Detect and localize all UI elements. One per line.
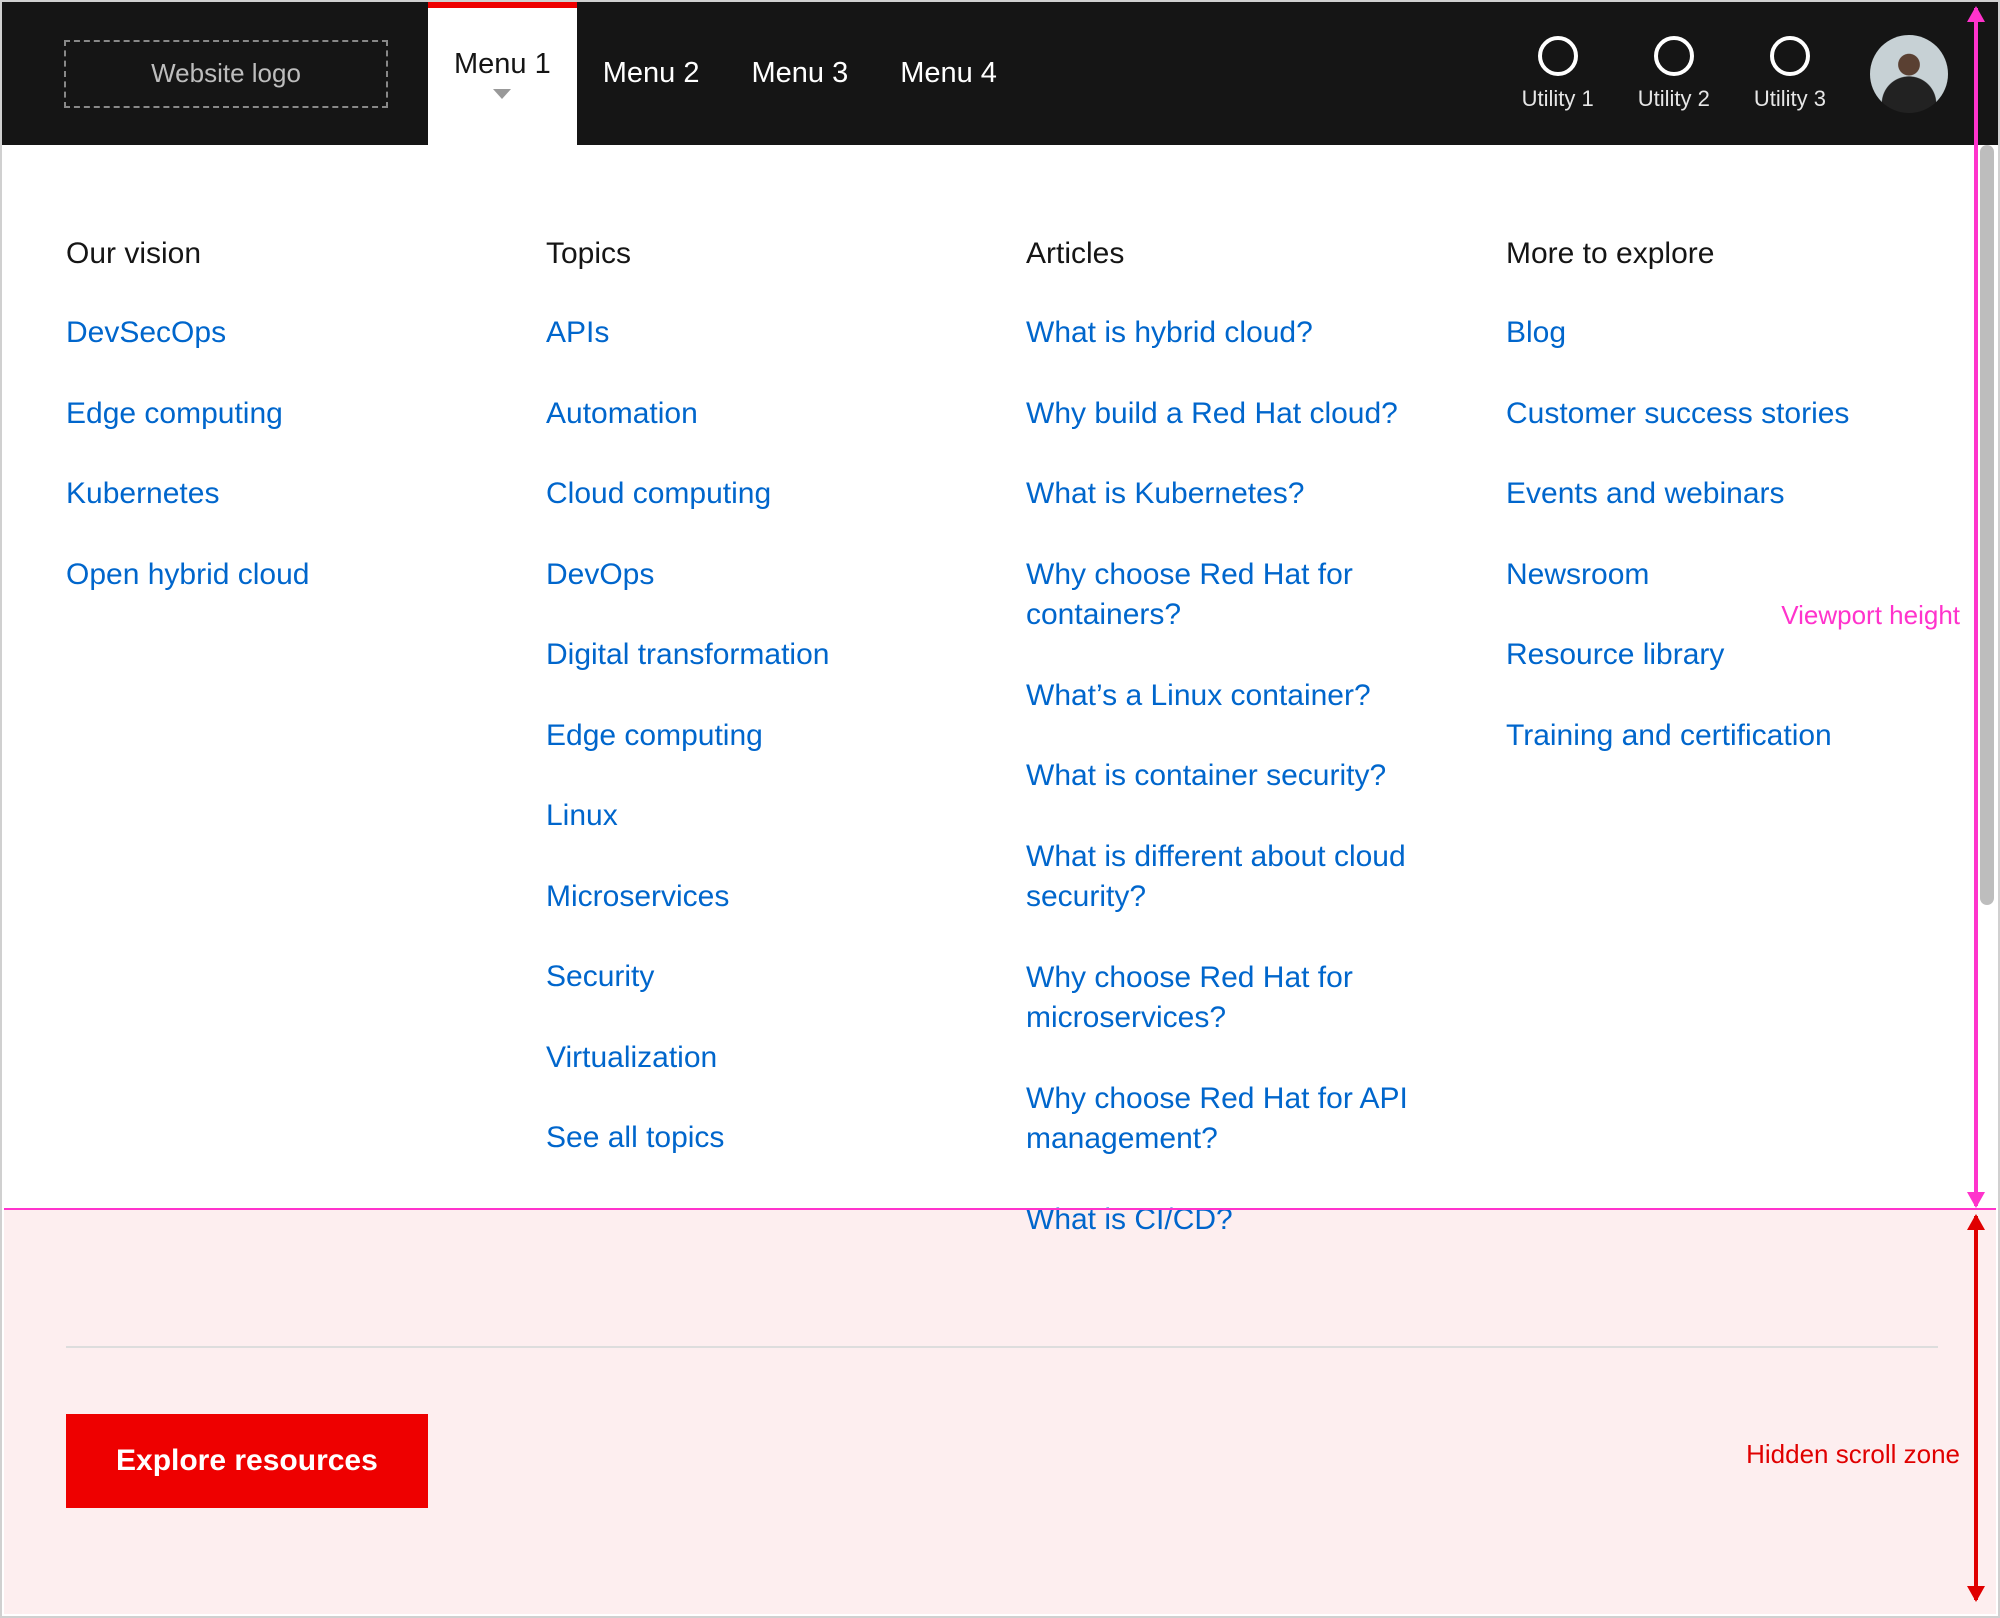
link-build-rh-cloud[interactable]: Why build a Red Hat cloud? [1026,394,1446,435]
link-ci-cd[interactable]: What is CI/CD? [1026,1200,1446,1241]
link-rh-microservices[interactable]: Why choose Red Hat for microservices? [1026,958,1446,1039]
column-heading-articles: Articles [1026,237,1506,271]
menu-item-2-label: Menu 2 [603,57,700,90]
link-resource-library[interactable]: Resource library [1506,635,1926,676]
viewport-height-arrow-icon [1974,8,1978,1206]
viewport-height-label: Viewport height [1781,600,1960,631]
menu-item-1[interactable]: Menu 1 [428,2,577,145]
hidden-scroll-zone-label: Hidden scroll zone [1746,1439,1960,1470]
utility-3-label: Utility 3 [1754,86,1826,112]
utility-1-icon [1538,36,1578,76]
link-customer-stories[interactable]: Customer success stories [1506,394,1926,435]
link-rh-api-mgmt[interactable]: Why choose Red Hat for API management? [1026,1079,1446,1160]
menu-item-2[interactable]: Menu 2 [577,2,726,145]
viewport-boundary-line [4,1208,1996,1210]
utility-2[interactable]: Utility 2 [1638,36,1710,112]
link-devsecops[interactable]: DevSecOps [66,313,486,354]
link-virtualization[interactable]: Virtualization [546,1038,966,1079]
hidden-zone-arrow-icon [1974,1216,1978,1600]
link-microservices[interactable]: Microservices [546,877,966,918]
link-hybrid-cloud[interactable]: What is hybrid cloud? [1026,313,1446,354]
menu-item-3[interactable]: Menu 3 [725,2,874,145]
column-heading-vision: Our vision [66,237,546,271]
link-rh-containers[interactable]: Why choose Red Hat for containers? [1026,555,1446,636]
utility-1-label: Utility 1 [1522,86,1594,112]
website-logo-text: Website logo [151,58,301,89]
menu-item-4[interactable]: Menu 4 [874,2,1023,145]
divider [66,1346,1938,1348]
link-edge-computing[interactable]: Edge computing [66,394,486,435]
link-devops[interactable]: DevOps [546,555,966,596]
link-kubernetes[interactable]: Kubernetes [66,474,486,515]
column-more-to-explore: More to explore Blog Customer success st… [1506,237,1934,1240]
hidden-scroll-zone-overlay [4,1210,1996,1614]
link-newsroom[interactable]: Newsroom [1506,555,1926,596]
vision-links: DevSecOps Edge computing Kubernetes Open… [66,313,546,595]
menu-item-4-label: Menu 4 [900,57,997,90]
menu-item-3-label: Menu 3 [751,57,848,90]
utility-2-icon [1654,36,1694,76]
column-topics: Topics APIs Automation Cloud computing D… [546,237,1026,1240]
utility-3[interactable]: Utility 3 [1754,36,1826,112]
chevron-down-icon [493,89,511,99]
link-see-all-topics[interactable]: See all topics [546,1118,966,1159]
explore-resources-button[interactable]: Explore resources [66,1414,428,1508]
link-cloud-security[interactable]: What is different about cloud security? [1026,837,1446,918]
link-training-cert[interactable]: Training and certification [1506,716,1926,757]
column-our-vision: Our vision DevSecOps Edge computing Kube… [66,237,546,1240]
link-linux-container[interactable]: What’s a Linux container? [1026,676,1446,717]
link-container-security[interactable]: What is container security? [1026,756,1446,797]
mega-menu-panel: Our vision DevSecOps Edge computing Kube… [2,145,1998,1240]
column-articles: Articles What is hybrid cloud? Why build… [1026,237,1506,1240]
utility-2-label: Utility 2 [1638,86,1710,112]
link-linux[interactable]: Linux [546,796,966,837]
more-links: Blog Customer success stories Events and… [1506,313,1934,756]
link-events-webinars[interactable]: Events and webinars [1506,474,1926,515]
website-logo-placeholder: Website logo [64,40,388,108]
utility-3-icon [1770,36,1810,76]
top-nav: Website logo Menu 1 Menu 2 Menu 3 Menu 4… [2,2,1998,145]
utility-nav: Utility 1 Utility 2 Utility 3 [1522,35,1998,113]
link-what-is-k8s[interactable]: What is Kubernetes? [1026,474,1446,515]
column-heading-topics: Topics [546,237,1026,271]
link-cloud-computing[interactable]: Cloud computing [546,474,966,515]
articles-links: What is hybrid cloud? Why build a Red Ha… [1026,313,1506,1240]
design-spec-frame: Website logo Menu 1 Menu 2 Menu 3 Menu 4… [0,0,2000,1618]
topics-links: APIs Automation Cloud computing DevOps D… [546,313,1026,1159]
menu-item-1-label: Menu 1 [454,48,551,81]
primary-menu: Menu 1 Menu 2 Menu 3 Menu 4 [428,2,1023,145]
link-blog[interactable]: Blog [1506,313,1926,354]
avatar[interactable] [1870,35,1948,113]
link-digital-transformation[interactable]: Digital transformation [546,635,966,676]
link-apis[interactable]: APIs [546,313,966,354]
link-edge-computing-topic[interactable]: Edge computing [546,716,966,757]
link-automation[interactable]: Automation [546,394,966,435]
link-open-hybrid-cloud[interactable]: Open hybrid cloud [66,555,486,596]
utility-1[interactable]: Utility 1 [1522,36,1594,112]
link-security[interactable]: Security [546,957,966,998]
column-heading-more: More to explore [1506,237,1934,271]
